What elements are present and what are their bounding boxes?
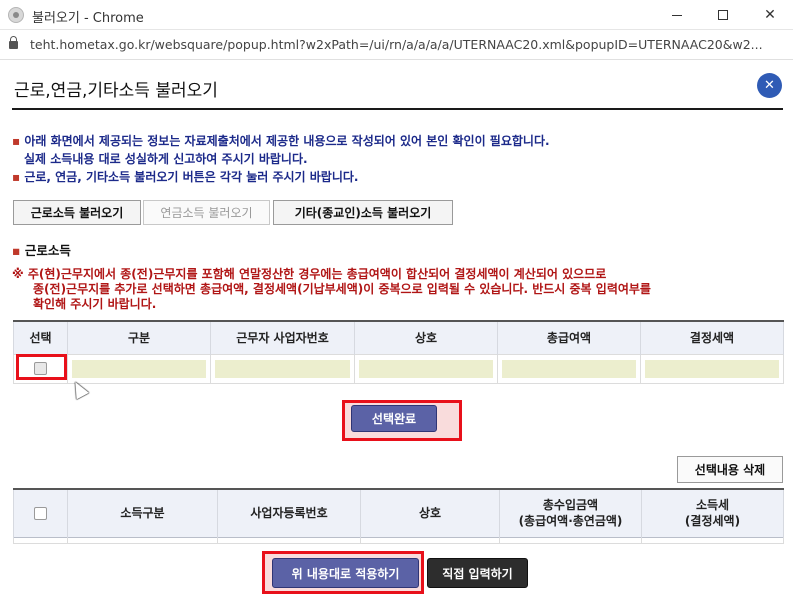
url-text: teht.hometax.go.kr/websquare/popup.html?… bbox=[30, 37, 763, 52]
popup-title: 근로,연금,기타소득 불러오기 bbox=[14, 81, 218, 101]
notice-line-1: ▪ 아래 화면에서 제공되는 정보는 자료제출처에서 제공한 내용으로 작성되어… bbox=[12, 134, 550, 148]
col-header-income-tax: 소득세 (결정세액) bbox=[641, 489, 784, 537]
category-cell bbox=[67, 353, 211, 384]
address-bar[interactable]: teht.hometax.go.kr/websquare/popup.html?… bbox=[0, 30, 793, 60]
chrome-icon bbox=[8, 7, 24, 23]
total-salary-field bbox=[502, 359, 636, 378]
lock-icon bbox=[9, 36, 18, 49]
window-close-button[interactable]: ✕ bbox=[747, 0, 793, 30]
other-income-load-button[interactable]: 기타(종교인)소득 불러오기 bbox=[273, 200, 453, 225]
warning-line-3: 확인해 주시기 바랍니다. bbox=[33, 297, 157, 311]
col-header-employer-number: 근무자 사업자번호 bbox=[210, 321, 355, 354]
window-titlebar: 불러오기 - Chrome ✕ bbox=[0, 0, 793, 30]
pension-income-load-button[interactable]: 연금소득 불러오기 bbox=[143, 200, 270, 225]
select-done-button[interactable]: 선택완료 bbox=[351, 405, 437, 432]
employer-number-field bbox=[215, 359, 350, 378]
minimize-button[interactable] bbox=[654, 0, 700, 30]
notice-line-2: 실제 소득내용 대로 성실하게 신고하여 주시기 바랍니다. bbox=[24, 152, 308, 166]
col-header-determined-tax: 결정세액 bbox=[640, 321, 784, 354]
employer-number-cell bbox=[210, 353, 355, 384]
apply-button[interactable]: 위 내용대로 적용하기 bbox=[272, 558, 419, 588]
total-salary-cell bbox=[497, 353, 641, 384]
table-row bbox=[13, 537, 784, 544]
table-header-row: 소득구분 사업자등록번호 상호 총수입금액 (총급여액·총연금액) 소득세 (결정세… bbox=[13, 489, 784, 537]
table-row bbox=[13, 353, 784, 384]
determined-tax-cell bbox=[640, 353, 784, 384]
company-cell bbox=[354, 353, 498, 384]
determined-tax-field bbox=[645, 359, 779, 378]
popup-close-button[interactable]: ✕ bbox=[757, 73, 782, 98]
minimize-icon bbox=[672, 14, 682, 16]
select-all-cell bbox=[13, 489, 68, 537]
maximize-button[interactable] bbox=[700, 0, 746, 30]
checkbox-highlight bbox=[16, 354, 67, 380]
col-header-income-type: 소득구분 bbox=[67, 489, 218, 537]
delete-selection-button[interactable]: 선택내용 삭제 bbox=[677, 456, 783, 483]
close-icon: ✕ bbox=[764, 7, 776, 23]
col-header-company: 상호 bbox=[354, 321, 498, 354]
col-header-select: 선택 bbox=[13, 321, 68, 354]
bullet-icon: ▪ bbox=[12, 170, 21, 184]
col-header-company: 상호 bbox=[360, 489, 500, 537]
direct-input-button[interactable]: 직접 입력하기 bbox=[427, 558, 528, 588]
company-field bbox=[359, 359, 493, 378]
bullet-icon: ▪ bbox=[12, 243, 21, 258]
maximize-icon bbox=[718, 10, 728, 20]
col-header-total-income: 총수입금액 (총급여액·총연금액) bbox=[499, 489, 642, 537]
window-title: 불러오기 - Chrome bbox=[32, 11, 144, 26]
earned-income-load-button[interactable]: 근로소득 불러오기 bbox=[13, 200, 141, 225]
selected-income-table: 소득구분 사업자등록번호 상호 총수입금액 (총급여액·총연금액) 소득세 (결정세… bbox=[13, 488, 784, 544]
col-header-business-number: 사업자등록번호 bbox=[217, 489, 361, 537]
earned-income-table: 선택 구분 근무자 사업자번호 상호 총급여액 결정세액 bbox=[13, 320, 784, 384]
title-divider bbox=[12, 108, 783, 110]
section-title: ▪ 근로소득 bbox=[12, 243, 71, 258]
close-icon: ✕ bbox=[764, 78, 775, 93]
notice-line-3: ▪ 근로, 연금, 기타소득 불러오기 버튼은 각각 눌러 주시기 바랍니다. bbox=[12, 170, 359, 184]
bullet-icon: ▪ bbox=[12, 134, 21, 148]
col-header-total-salary: 총급여액 bbox=[497, 321, 641, 354]
category-field bbox=[72, 359, 206, 378]
col-header-category: 구분 bbox=[67, 321, 211, 354]
table-header-row: 선택 구분 근무자 사업자번호 상호 총급여액 결정세액 bbox=[13, 321, 784, 354]
select-all-checkbox[interactable] bbox=[34, 506, 47, 520]
